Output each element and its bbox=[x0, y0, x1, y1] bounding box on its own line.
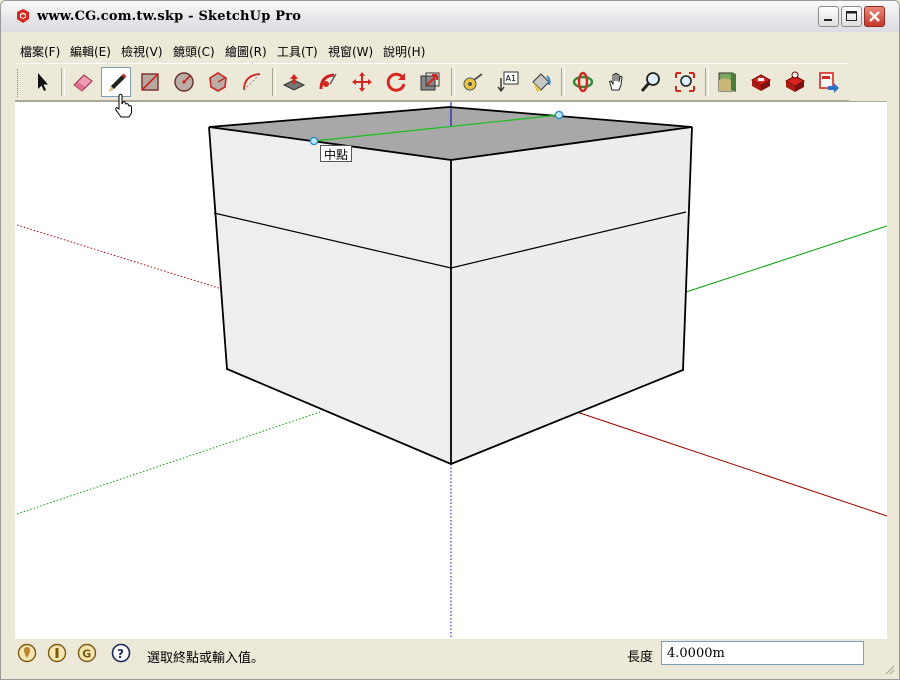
menu-bar: 檔案(F) 編輯(E) 檢視(V) 鏡頭(C) 繪圖(R) 工具(T) 視窗(W… bbox=[1, 40, 899, 62]
share-model-icon bbox=[784, 71, 806, 92]
sketchup-icon bbox=[17, 9, 29, 23]
endpoint-marker bbox=[554, 110, 564, 120]
zoom-icon bbox=[640, 72, 660, 92]
polygon-icon bbox=[209, 72, 227, 92]
move-icon bbox=[352, 72, 372, 92]
menu-help[interactable]: 說明(H) bbox=[383, 43, 425, 60]
red-axis-positive bbox=[576, 411, 887, 517]
credits-icon[interactable] bbox=[47, 643, 67, 663]
pencil-line-icon bbox=[109, 73, 127, 92]
push-pull-tool-button[interactable] bbox=[279, 67, 309, 97]
circle-icon bbox=[174, 72, 194, 92]
menu-file[interactable]: 檔案(F) bbox=[20, 43, 60, 60]
eraser-icon bbox=[73, 74, 93, 92]
box-right-face[interactable] bbox=[451, 127, 692, 464]
menu-tools[interactable]: 工具(T) bbox=[277, 43, 318, 60]
share-model-button[interactable] bbox=[780, 67, 810, 97]
toolbar-separator bbox=[451, 68, 455, 96]
tape-measure-icon bbox=[463, 73, 483, 91]
follow-me-icon bbox=[319, 73, 337, 90]
move-tool-button[interactable] bbox=[347, 67, 377, 97]
measurements-label: 長度 bbox=[627, 650, 654, 665]
export-3d-icon bbox=[819, 72, 839, 93]
minimize-icon bbox=[824, 19, 832, 21]
toolbar-separator bbox=[561, 68, 565, 96]
google-earth-icon bbox=[718, 72, 736, 92]
maximize-button[interactable] bbox=[841, 6, 862, 27]
orbit-tool-button[interactable] bbox=[568, 67, 598, 97]
close-button[interactable] bbox=[864, 6, 885, 27]
inference-tooltip: 中點 bbox=[320, 145, 353, 162]
scale-tool-button[interactable] bbox=[415, 67, 445, 97]
status-message: 選取終點或輸入值。 bbox=[147, 651, 265, 666]
select-tool-button[interactable] bbox=[27, 67, 57, 97]
app-window: www.CG.com.tw.skp - SketchUp Pro 檔案(F) 編… bbox=[0, 0, 900, 680]
circle-tool-button[interactable] bbox=[169, 67, 199, 97]
arc-icon bbox=[243, 73, 261, 91]
toolbar-grip[interactable] bbox=[17, 69, 21, 97]
export-3d-button[interactable] bbox=[814, 67, 844, 97]
close-icon bbox=[869, 11, 880, 22]
toolbar-separator bbox=[705, 68, 709, 96]
menu-draw[interactable]: 繪圖(R) bbox=[225, 43, 267, 60]
green-axis-positive bbox=[682, 225, 887, 294]
tape-measure-tool-button[interactable] bbox=[458, 67, 488, 97]
resize-grip-icon[interactable] bbox=[884, 664, 895, 675]
rectangle-tool-button[interactable] bbox=[135, 67, 165, 97]
scale-icon bbox=[420, 72, 440, 91]
hand-cursor-icon bbox=[115, 93, 132, 118]
google-earth-button[interactable] bbox=[712, 67, 742, 97]
select-arrow-icon bbox=[38, 73, 48, 91]
text-icon: A1 bbox=[497, 71, 519, 93]
maximize-icon bbox=[846, 11, 857, 21]
window-title: www.CG.com.tw.skp - SketchUp Pro bbox=[37, 9, 302, 24]
help-icon[interactable]: ? bbox=[111, 643, 131, 663]
get-models-button[interactable] bbox=[746, 67, 776, 97]
modeling-viewport[interactable]: 中點 bbox=[15, 101, 887, 639]
toolbar-separator bbox=[272, 68, 276, 96]
main-toolbar: A1 bbox=[15, 63, 849, 101]
rectangle-icon bbox=[141, 73, 159, 91]
pan-icon bbox=[609, 72, 623, 91]
zoom-extents-tool-button[interactable] bbox=[670, 67, 700, 97]
paint-bucket-icon bbox=[532, 73, 551, 92]
get-models-icon bbox=[750, 74, 772, 91]
menu-window[interactable]: 視窗(W) bbox=[328, 43, 373, 60]
scene-canvas bbox=[16, 102, 887, 639]
menu-view[interactable]: 檢視(V) bbox=[121, 43, 163, 60]
status-bar: G ? 選取終點或輸入值。 長度 bbox=[1, 639, 899, 679]
follow-me-tool-button[interactable] bbox=[313, 67, 343, 97]
arc-tool-button[interactable] bbox=[237, 67, 267, 97]
svg-text:G: G bbox=[82, 648, 91, 661]
paint-bucket-tool-button[interactable] bbox=[526, 67, 556, 97]
push-pull-icon bbox=[282, 74, 306, 91]
svg-text:?: ? bbox=[117, 647, 124, 661]
title-bar[interactable]: www.CG.com.tw.skp - SketchUp Pro bbox=[1, 1, 899, 32]
signin-icon[interactable]: G bbox=[77, 643, 97, 663]
minimize-button[interactable] bbox=[818, 6, 839, 27]
eraser-tool-button[interactable] bbox=[68, 67, 98, 97]
geo-location-icon[interactable] bbox=[17, 643, 37, 663]
rotate-tool-button[interactable] bbox=[381, 67, 411, 97]
measurements-input[interactable] bbox=[661, 641, 864, 665]
text-tool-button[interactable]: A1 bbox=[492, 67, 522, 97]
toolbar-separator bbox=[61, 68, 65, 96]
menu-camera[interactable]: 鏡頭(C) bbox=[173, 43, 215, 60]
menu-edit[interactable]: 編輯(E) bbox=[70, 43, 111, 60]
red-axis-negative bbox=[16, 224, 226, 291]
orbit-icon bbox=[572, 71, 594, 93]
rotate-icon bbox=[386, 72, 406, 92]
polygon-tool-button[interactable] bbox=[203, 67, 233, 97]
zoom-tool-button[interactable] bbox=[636, 67, 666, 97]
midpoint-marker bbox=[309, 136, 319, 146]
zoom-extents-icon bbox=[675, 72, 695, 92]
green-axis-negative bbox=[16, 411, 321, 515]
pan-tool-button[interactable] bbox=[602, 67, 632, 97]
svg-text:A1: A1 bbox=[506, 74, 517, 83]
